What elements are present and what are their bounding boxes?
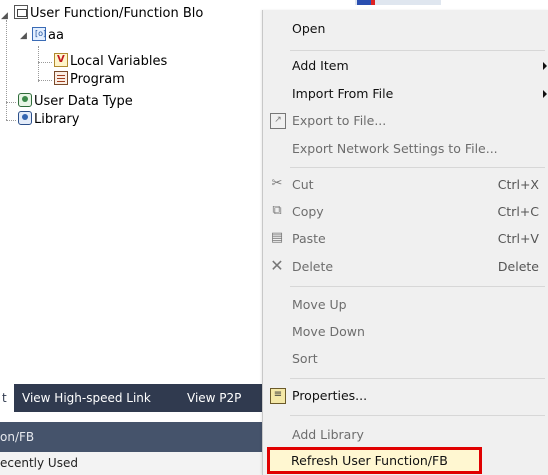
tree-item-local-variables[interactable]: V Local Variables — [54, 53, 167, 71]
menu-item-export-to-file[interactable]: ↗ Export to File... — [263, 108, 548, 134]
tree-line — [38, 62, 52, 63]
menu-item-copy[interactable]: ⧉ Copy Ctrl+C — [263, 199, 548, 225]
refresh-user-function-highlight[interactable]: Refresh User Function/FB — [267, 447, 482, 474]
export-icon: ↗ — [270, 113, 286, 129]
collapse-toggle-icon[interactable]: ◢ — [1, 11, 8, 21]
menu-item-move-down[interactable]: Move Down — [263, 319, 548, 345]
function-block-icon: [o] — [32, 27, 46, 41]
tree-line — [6, 120, 16, 121]
tree-line — [6, 20, 7, 120]
menu-separator — [290, 415, 545, 416]
submenu-arrow-icon — [543, 62, 547, 70]
tree-item-program[interactable]: Program — [54, 71, 125, 89]
menu-item-delete[interactable]: ✕ Delete Delete — [263, 254, 548, 280]
context-menu: Open Add Item Import From File ↗ Export … — [262, 10, 548, 475]
tree-item-library[interactable]: Library — [18, 111, 79, 129]
properties-icon: ≡ — [270, 388, 286, 404]
project-tree: ◢ User Function/Function Blo ◢ [o] aa V … — [0, 0, 300, 380]
tree-line — [6, 102, 16, 103]
menu-item-export-network-settings[interactable]: Export Network Settings to File... — [263, 136, 548, 162]
menu-item-move-up[interactable]: Move Up — [263, 292, 548, 318]
delete-x-icon: ✕ — [270, 256, 284, 275]
menu-item-refresh-label: Refresh User Function/FB — [291, 453, 448, 468]
scissors-icon: ✂ — [271, 176, 283, 191]
recently-used-row[interactable]: ecently Used — [0, 452, 262, 475]
menu-item-add-library[interactable]: Add Library — [263, 422, 548, 448]
tree-item-aa[interactable]: [o] aa — [32, 27, 64, 45]
menu-item-paste[interactable]: ▤ Paste Ctrl+V — [263, 226, 548, 252]
tree-line — [38, 80, 52, 81]
local-variables-icon: V — [54, 53, 68, 67]
tree-item-user-data-type[interactable]: User Data Type — [18, 93, 133, 111]
tab-active[interactable]: t — [0, 384, 14, 412]
tab-view-p2p[interactable]: View P2P — [187, 384, 241, 412]
bottom-tab-bar: t View High-speed Link View P2P — [0, 384, 262, 412]
menu-item-open[interactable]: Open — [263, 16, 548, 42]
tree-line — [38, 46, 39, 82]
tree-item-user-function[interactable]: User Function/Function Blo — [14, 5, 203, 23]
user-data-type-icon — [18, 93, 32, 107]
top-toolbar-fragment — [355, 0, 441, 5]
copy-icon: ⧉ — [272, 203, 282, 218]
program-icon — [54, 71, 68, 85]
submenu-arrow-icon — [543, 90, 547, 98]
menu-item-add-item[interactable]: Add Item — [263, 53, 548, 79]
tab-view-high-speed-link[interactable]: View High-speed Link — [22, 384, 151, 412]
menu-item-cut[interactable]: ✂ Cut Ctrl+X — [263, 172, 548, 198]
menu-separator — [290, 167, 545, 168]
menu-separator — [290, 50, 545, 51]
library-icon — [18, 111, 32, 125]
paste-icon: ▤ — [270, 230, 284, 245]
function-folder-icon — [14, 5, 28, 19]
menu-item-sort[interactable]: Sort — [263, 346, 548, 372]
menu-separator — [290, 378, 545, 379]
menu-item-import-from-file[interactable]: Import From File — [263, 81, 548, 107]
panel-subheader: on/FB — [0, 422, 262, 452]
collapse-toggle-icon[interactable]: ◢ — [20, 31, 27, 41]
menu-separator — [290, 286, 545, 287]
menu-item-properties[interactable]: ≡ Properties... — [263, 383, 548, 409]
